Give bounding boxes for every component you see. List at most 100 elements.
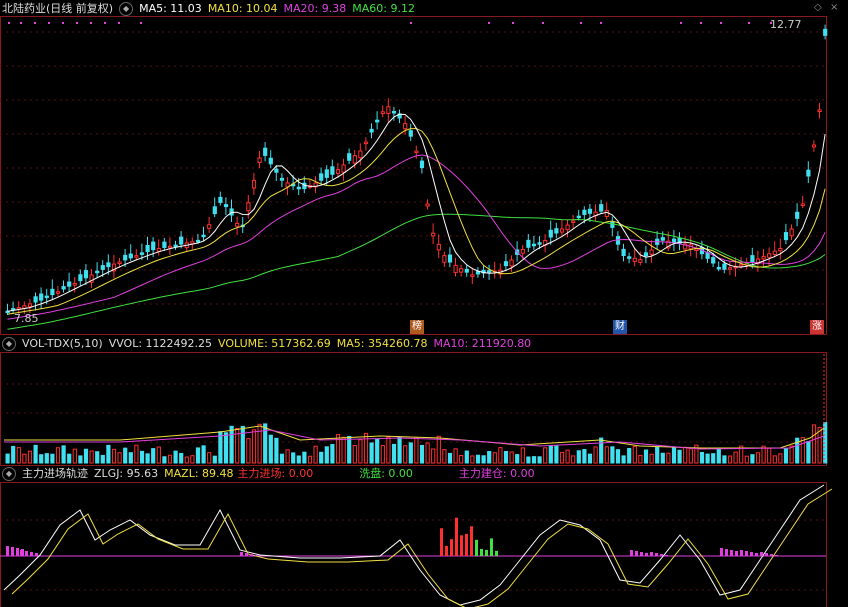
volume-bar	[375, 438, 380, 464]
price-header: 北陆药业(日线 前复权) ◆ MA5: 11.03 MA10: 10.04 MA20: …	[2, 1, 421, 17]
candle-body	[156, 248, 161, 252]
volume-bar	[487, 450, 492, 464]
volume-bars	[4, 354, 828, 464]
candle-body	[352, 155, 357, 164]
enter-bar	[465, 533, 468, 556]
volume-bar	[291, 452, 296, 464]
candle-body	[520, 249, 525, 254]
candle-body	[67, 281, 72, 287]
candle-body	[419, 160, 425, 169]
candle-body	[179, 236, 184, 245]
candle-body	[123, 254, 128, 261]
marker-dot	[580, 22, 582, 24]
event-tag-finance[interactable]: 财	[613, 320, 627, 334]
build-bar	[765, 553, 768, 556]
candle-body	[531, 243, 537, 247]
volume-indicator-name[interactable]: VOL-TDX(5,10)	[22, 337, 103, 350]
build-bar	[25, 551, 28, 556]
volume-bar	[363, 432, 369, 464]
volume-bar	[296, 455, 301, 464]
volume-bar	[503, 450, 509, 464]
zlgj-line	[3, 484, 825, 606]
marker-dot	[700, 22, 702, 24]
candle-body	[386, 106, 391, 115]
build-bar	[665, 555, 668, 556]
volume-bar	[179, 452, 184, 464]
build-bar	[630, 550, 633, 556]
marker-dot	[600, 22, 602, 24]
build-bar	[245, 553, 248, 556]
candle-body	[750, 255, 755, 263]
volume-header: ◆ VOL-TDX(5,10) VVOL: 1122492.25 VOLUME: 51…	[2, 336, 537, 352]
settings-icon[interactable]: ◆	[119, 2, 134, 16]
volume-bar	[660, 452, 665, 464]
build-value: 主力建仓: 0.00	[458, 467, 535, 480]
volume-bar	[313, 445, 318, 464]
candle-body	[106, 262, 111, 268]
build-bar	[750, 552, 753, 556]
candle-body	[503, 261, 509, 267]
volume-bar	[565, 449, 570, 464]
volume-bar	[95, 451, 100, 464]
volume-bar	[274, 437, 279, 464]
track-indicator-name[interactable]: 主力进场轨迹	[22, 467, 88, 480]
volume-settings-icon[interactable]: ◆	[2, 337, 16, 351]
volume-bar	[537, 456, 542, 464]
candle-body	[139, 252, 145, 255]
event-tag-list[interactable]: 榜	[410, 320, 424, 334]
candle-body	[251, 179, 257, 189]
candle-body	[100, 265, 105, 270]
candle-body	[391, 110, 397, 114]
candle-body	[425, 203, 430, 207]
marker-dot	[8, 22, 10, 24]
candle-body	[279, 177, 285, 181]
candle-body	[806, 169, 811, 177]
marker-dot	[410, 22, 412, 24]
volume-bar	[263, 423, 268, 464]
track-settings-icon[interactable]: ◆	[2, 467, 16, 481]
candle-body	[716, 266, 721, 270]
ma5-value: MA5: 11.03	[139, 2, 202, 15]
volume-bar	[162, 456, 167, 464]
volume-bar	[386, 436, 391, 464]
close-icon[interactable]: ×	[830, 2, 838, 13]
volume-bar	[352, 445, 357, 464]
volume-bar	[515, 454, 520, 464]
volume-bar	[414, 437, 419, 464]
marker-dot	[118, 22, 120, 24]
candle-body	[509, 259, 514, 267]
collapse-icon[interactable]: ◇	[814, 2, 822, 13]
candle-body	[761, 255, 766, 260]
build-bar	[635, 551, 638, 556]
wash-bar	[490, 538, 493, 556]
volume-bar	[347, 435, 352, 464]
volume-bar	[643, 449, 649, 464]
volume-bar	[800, 437, 805, 464]
stock-name: 北陆药业	[2, 2, 46, 15]
build-bar	[735, 551, 738, 556]
ma60-value: MA60: 9.12	[352, 2, 415, 15]
candle-body	[795, 211, 800, 219]
volume-bar	[509, 451, 514, 464]
build-bar	[255, 555, 258, 556]
volume-bar	[139, 450, 145, 464]
build-bar	[760, 552, 763, 556]
chart-canvas[interactable]	[0, 0, 848, 607]
candle-body	[599, 204, 604, 212]
panel-border	[0, 16, 827, 335]
volume-bar	[610, 446, 615, 464]
volume-bar	[201, 445, 206, 464]
volume-bar	[520, 447, 525, 464]
candle-body	[621, 248, 626, 256]
volume-bar	[78, 455, 83, 464]
period-label[interactable]: (日线 前复权)	[46, 2, 113, 15]
volume-bar	[106, 444, 111, 464]
volume-bar	[302, 451, 307, 464]
volume-bar	[156, 446, 161, 464]
enter-bar	[445, 545, 448, 556]
volume-bar	[604, 446, 609, 464]
event-tag-limit-up[interactable]: 涨	[810, 320, 824, 334]
build-bar	[250, 554, 253, 556]
candle-body	[95, 270, 100, 274]
candle-body	[324, 169, 329, 178]
